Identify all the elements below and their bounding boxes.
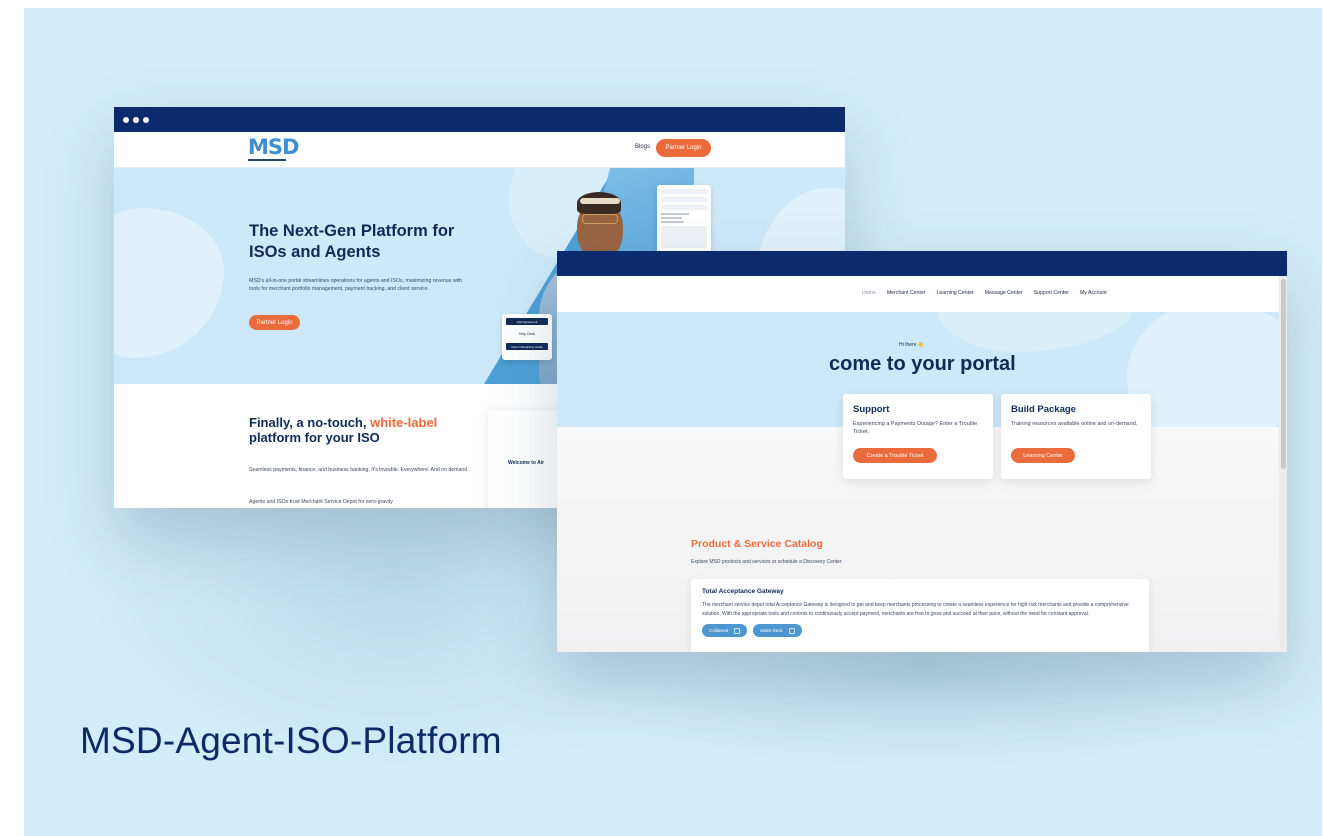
build-package-tile: Build Package Training resources availab… — [1001, 394, 1151, 479]
button-label: Sales Deck — [760, 628, 783, 633]
form-label — [661, 217, 682, 219]
gateway-title: Total Acceptance Gateway — [702, 588, 784, 595]
sales-deck-button[interactable]: Sales Deck — [753, 624, 802, 637]
logo-text: MSD — [248, 135, 299, 159]
nav-message-center[interactable]: Message Center — [985, 290, 1023, 296]
window-dot-icon — [143, 116, 149, 123]
project-card: MSD Blogs Partner Login The Next-Gen Pla… — [24, 8, 1322, 836]
mini-card-button: View Onboarding Guide — [506, 343, 548, 350]
window-titlebar — [557, 251, 1287, 276]
hero-person-headband — [580, 198, 620, 204]
form-textarea — [661, 226, 707, 248]
tile-title: Build Package — [1011, 404, 1076, 415]
hero-partner-login-button[interactable]: Partner Login — [249, 315, 300, 330]
tile-description: Experiencing a Payments Outage? Enter a … — [853, 421, 978, 435]
landing-nav: MSD Blogs Partner Login — [114, 132, 845, 168]
create-trouble-ticket-button[interactable]: Create a Trouble Ticket — [853, 448, 937, 463]
nav-learning-center[interactable]: Learning Center — [936, 290, 973, 296]
window-dot-icon — [123, 116, 129, 123]
nav-merchant-center[interactable]: Merchant Center — [887, 290, 926, 296]
form-label — [661, 221, 684, 223]
section-description: Agents and ISOs trust Merchant Service D… — [249, 499, 393, 505]
gateway-card: Total Acceptance Gateway The merchant se… — [691, 579, 1149, 652]
portal-window: Home Merchant Center Learning Center Mes… — [557, 251, 1287, 652]
form-field — [661, 189, 707, 194]
catalog-description: Explore MSD products and services or sch… — [691, 559, 843, 565]
hero-person-glasses — [582, 214, 618, 224]
logo-tagline — [248, 159, 286, 161]
button-label: Collateral — [709, 628, 729, 633]
title-text: platform for your ISO — [249, 430, 380, 445]
title-text: Finally, a no-touch, — [249, 415, 371, 430]
nav-home[interactable]: Home — [862, 290, 876, 296]
window-titlebar — [114, 107, 845, 132]
section-title: Finally, a no-touch, white-label platfor… — [249, 415, 489, 445]
hero-description: MSD's all-in-one portal streamlines oper… — [249, 278, 463, 292]
form-label — [661, 213, 689, 215]
mini-card-text: Help Desk — [518, 332, 536, 336]
section-description: Seamless payments, finance, and business… — [249, 467, 469, 473]
portal-nav-links: Home Merchant Center Learning Center Mes… — [862, 290, 1107, 296]
portal-greeting: Hi there 👋 — [899, 342, 925, 348]
tile-title: Support — [853, 404, 890, 415]
decor-blob — [937, 312, 1137, 352]
decor-blob — [114, 208, 224, 358]
nav-support-center[interactable]: Support Center — [1034, 290, 1069, 296]
portal-nav: Home Merchant Center Learning Center Mes… — [557, 276, 1287, 312]
portal-welcome-title: come to your portal — [829, 353, 1016, 375]
learning-center-button[interactable]: Learning Center — [1011, 448, 1075, 463]
external-link-icon — [734, 627, 741, 634]
gateway-description: The merchant service depot total Accepta… — [702, 602, 1129, 617]
window-dot-icon — [133, 116, 139, 123]
nav-partner-login-button[interactable]: Partner Login — [656, 139, 711, 157]
title-accent-text: white-label — [370, 415, 438, 430]
tile-description: Training resources available online and … — [1011, 421, 1138, 427]
video-label: Welcome to Air — [508, 460, 545, 466]
catalog-title: Product & Service Catalog — [691, 538, 823, 550]
project-caption: MSD-Agent-ISO-Platform — [80, 720, 502, 761]
mini-action-card: Add Agreement Help Desk View Onboarding … — [502, 314, 552, 360]
hero-title: The Next-Gen Platform for ISOs and Agent… — [249, 222, 455, 261]
nav-blogs-link[interactable]: Blogs — [635, 144, 650, 150]
mini-card-button: Add Agreement — [506, 318, 548, 325]
form-field — [661, 205, 707, 210]
external-link-icon — [788, 627, 795, 634]
gateway-buttons: Collateral Sales Deck — [702, 624, 1138, 637]
nav-my-account[interactable]: My Account — [1080, 290, 1107, 296]
msd-logo[interactable]: MSD — [248, 135, 299, 161]
scrollbar-thumb[interactable] — [1281, 279, 1286, 469]
collateral-button[interactable]: Collateral — [702, 624, 748, 637]
form-field — [661, 197, 707, 202]
support-tile: Support Experiencing a Payments Outage? … — [843, 394, 993, 479]
